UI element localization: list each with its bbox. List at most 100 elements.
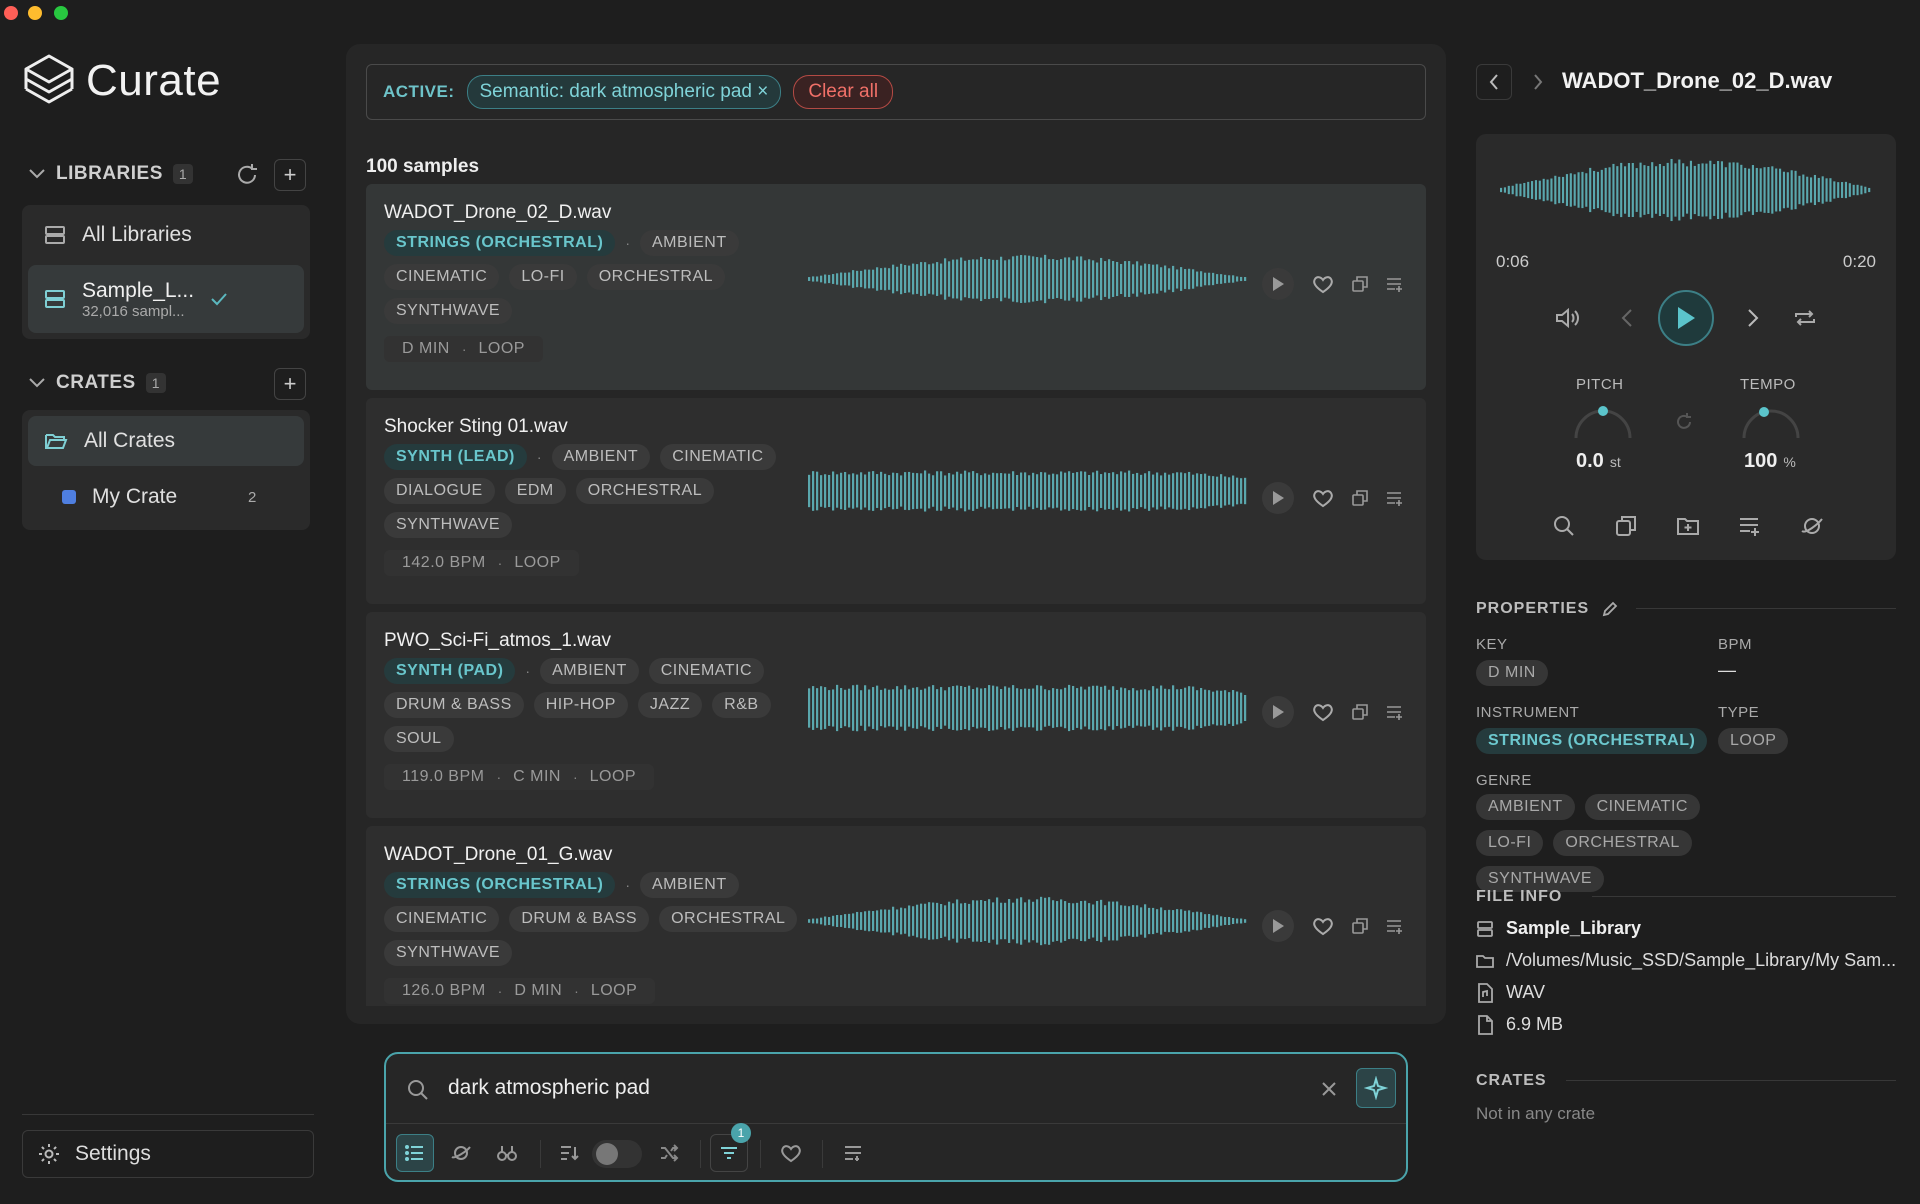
sidebar-item-all-crates[interactable]: All Crates — [28, 416, 304, 466]
genre-tag[interactable]: CINEMATIC — [1584, 794, 1700, 820]
semantic-search-button[interactable] — [1356, 1068, 1396, 1108]
add-crate-button[interactable]: + — [274, 368, 306, 400]
genre-tag[interactable]: DIALOGUE — [384, 478, 495, 504]
heart-icon[interactable] — [1312, 274, 1334, 294]
copy-icon[interactable] — [1352, 276, 1368, 292]
genre-tag[interactable]: ORCHESTRAL — [586, 264, 726, 290]
pencil-icon[interactable] — [1601, 600, 1619, 618]
forward-button[interactable] — [1520, 64, 1556, 100]
sample-card[interactable]: WADOT_Drone_01_G.wav STRINGS (ORCHESTRAL)… — [366, 826, 1426, 1006]
toggle-switch[interactable] — [592, 1140, 642, 1168]
instrument-tag[interactable]: STRINGS (ORCHESTRAL) — [384, 230, 616, 256]
genre-tag[interactable]: SYNTHWAVE — [384, 512, 513, 538]
heart-icon[interactable] — [1312, 916, 1334, 936]
genre-tag[interactable]: SOUL — [384, 726, 454, 752]
sample-waveform[interactable] — [808, 254, 1248, 314]
genre-tag[interactable]: AMBIENT — [640, 230, 739, 256]
sample-waveform[interactable] — [808, 682, 1248, 742]
list-view-button[interactable] — [396, 1134, 434, 1172]
player-panel: 0:06 0:20 PITCH 0.0 st TEMPO 100 % — [1476, 134, 1896, 560]
add-to-queue-icon[interactable] — [1738, 514, 1762, 538]
settings-button[interactable]: Settings — [22, 1130, 314, 1178]
genre-tag[interactable]: CINEMATIC — [660, 444, 776, 470]
genre-tag[interactable]: LO-FI — [509, 264, 577, 290]
genre-tag[interactable]: AMBIENT — [1476, 794, 1575, 820]
file-path[interactable]: /Volumes/Music_SSD/Sample_Library/My Sam… — [1476, 950, 1896, 971]
loop-icon[interactable] — [1792, 306, 1818, 330]
play-sample-button[interactable] — [1262, 268, 1294, 300]
sample-waveform[interactable] — [808, 896, 1248, 956]
crates-header[interactable]: CRATES 1 — [28, 372, 167, 394]
next-icon[interactable] — [1746, 308, 1760, 328]
favorites-filter-button[interactable] — [772, 1134, 810, 1172]
add-to-crate-icon[interactable] — [1676, 514, 1700, 538]
sidebar-item-my-crate[interactable]: My Crate 2 — [28, 472, 304, 522]
search-similar-icon[interactable] — [1552, 514, 1576, 538]
tempo-knob[interactable] — [1738, 402, 1804, 442]
genre-tag[interactable]: LO-FI — [1476, 830, 1544, 856]
genre-tag[interactable]: AMBIENT — [551, 444, 651, 470]
genre-tag[interactable]: EDM — [504, 478, 566, 504]
clear-search-icon[interactable] — [1320, 1080, 1338, 1098]
copy-icon[interactable] — [1352, 704, 1368, 720]
planet-icon[interactable] — [1800, 514, 1824, 538]
pitch-knob[interactable] — [1570, 402, 1636, 442]
previous-icon[interactable] — [1620, 308, 1634, 328]
genre-tag[interactable]: AMBIENT — [540, 658, 639, 684]
copy-icon[interactable] — [1352, 490, 1368, 506]
detail-waveform[interactable] — [1500, 158, 1872, 222]
sidebar-item-sample-library[interactable]: Sample_L... 32,016 sampl... — [28, 265, 304, 333]
queue-button[interactable] — [834, 1134, 872, 1172]
libraries-header[interactable]: LIBRARIES 1 — [28, 163, 194, 185]
genre-tag[interactable]: DRUM & BASS — [509, 906, 650, 932]
sort-button[interactable] — [550, 1134, 588, 1172]
refresh-libraries-button[interactable] — [234, 162, 260, 188]
genre-tag[interactable]: SYNTHWAVE — [384, 298, 513, 324]
genre-tag[interactable]: JAZZ — [637, 692, 703, 718]
galaxy-view-button[interactable] — [442, 1134, 480, 1172]
toggle-knob — [596, 1143, 618, 1165]
search-input[interactable]: dark atmospheric pad — [448, 1076, 650, 1100]
filter-button[interactable]: 1 — [710, 1123, 751, 1172]
genre-tag[interactable]: CINEMATIC — [648, 658, 765, 684]
instrument-tag[interactable]: SYNTH (LEAD) — [384, 444, 527, 470]
add-to-queue-icon[interactable] — [1386, 490, 1404, 506]
genre-tag[interactable]: DRUM & BASS — [384, 692, 524, 718]
add-to-queue-icon[interactable] — [1386, 704, 1404, 720]
add-to-queue-icon[interactable] — [1386, 276, 1404, 292]
clear-all-button[interactable]: Clear all — [793, 75, 894, 109]
sample-card[interactable]: Shocker Sting 01.wav SYNTH (LEAD) · AMBIENT… — [366, 398, 1426, 604]
play-button[interactable] — [1658, 290, 1714, 346]
sample-waveform[interactable] — [808, 468, 1248, 528]
volume-icon[interactable] — [1554, 306, 1582, 330]
copy-icon[interactable] — [1614, 514, 1638, 538]
pitch-knob-arc — [1574, 406, 1632, 439]
sample-card[interactable]: WADOT_Drone_02_D.wav STRINGS (ORCHESTRAL)… — [366, 184, 1426, 390]
genre-tag[interactable]: ORCHESTRAL — [575, 478, 715, 504]
reset-icon[interactable] — [1674, 412, 1694, 432]
genre-tag[interactable]: R&B — [712, 692, 771, 718]
semantic-filter-chip[interactable]: Semantic: dark atmospheric pad × — [466, 75, 782, 109]
back-button[interactable] — [1476, 64, 1512, 100]
add-library-button[interactable]: + — [274, 159, 306, 191]
heart-icon[interactable] — [1312, 488, 1334, 508]
instrument-tag[interactable]: SYNTH (PAD) — [384, 658, 516, 684]
genre-tag[interactable]: AMBIENT — [640, 872, 739, 898]
genre-tag[interactable]: CINEMATIC — [384, 264, 500, 290]
similar-search-button[interactable] — [488, 1134, 526, 1172]
genre-tag[interactable]: CINEMATIC — [384, 906, 500, 932]
genre-tag[interactable]: SYNTHWAVE — [384, 940, 513, 966]
copy-icon[interactable] — [1352, 918, 1368, 934]
heart-icon[interactable] — [1312, 702, 1334, 722]
genre-tag[interactable]: HIP-HOP — [533, 692, 628, 718]
add-to-queue-icon[interactable] — [1386, 918, 1404, 934]
sample-card[interactable]: PWO_Sci-Fi_atmos_1.wav SYNTH (PAD) · AMBIEN… — [366, 612, 1426, 818]
play-sample-button[interactable] — [1262, 696, 1294, 728]
genre-tag[interactable]: ORCHESTRAL — [1553, 830, 1692, 856]
instrument-tag[interactable]: STRINGS (ORCHESTRAL) — [384, 872, 616, 898]
genre-tag[interactable]: ORCHESTRAL — [659, 906, 798, 932]
sidebar-item-all-libraries[interactable]: All Libraries — [28, 211, 304, 259]
play-sample-button[interactable] — [1262, 482, 1294, 514]
play-sample-button[interactable] — [1262, 910, 1294, 942]
shuffle-button[interactable] — [650, 1134, 688, 1172]
